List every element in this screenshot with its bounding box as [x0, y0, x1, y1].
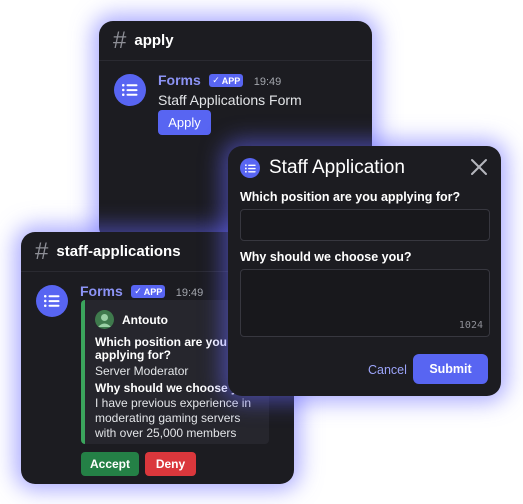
message-header: Forms ✓ APP 19:49: [80, 283, 203, 301]
bot-avatar[interactable]: [114, 74, 146, 106]
embed-answer-2-line-2: moderating gaming servers: [95, 411, 241, 425]
message-text: Staff Applications Form: [158, 92, 302, 108]
deny-button[interactable]: Deny: [145, 452, 196, 476]
bot-avatar[interactable]: [36, 285, 68, 317]
embed-author: Antouto: [122, 313, 168, 327]
hash-icon: #: [35, 237, 49, 265]
message-header: Forms ✓ APP 19:49: [158, 72, 281, 90]
user-avatar-icon: [95, 310, 114, 329]
embed-answer-2-line-3: with over 25,000 members: [95, 426, 237, 440]
position-input[interactable]: [240, 209, 490, 241]
modal-title: Staff Application: [269, 157, 405, 178]
embed-question-1-line-2: applying for?: [95, 348, 171, 362]
submit-button[interactable]: Submit: [413, 354, 488, 384]
accept-button[interactable]: Accept: [81, 452, 139, 476]
apply-button[interactable]: Apply: [158, 110, 211, 135]
cancel-button[interactable]: Cancel: [368, 363, 407, 377]
check-icon: ✓: [134, 286, 142, 296]
check-icon: ✓: [212, 75, 220, 85]
staff-application-modal: Staff Application Which position are you…: [228, 146, 501, 396]
timestamp: 19:49: [175, 287, 204, 299]
modal-bot-avatar: [240, 158, 260, 178]
embed-answer-1: Server Moderator: [95, 364, 189, 378]
user-avatar[interactable]: [95, 310, 114, 329]
list-icon: [44, 295, 60, 307]
app-badge-label: APP: [143, 286, 163, 297]
close-icon[interactable]: [470, 158, 488, 176]
bot-name[interactable]: Forms: [158, 72, 201, 88]
position-field-label: Which position are you applying for?: [240, 190, 461, 204]
list-icon: [122, 84, 138, 96]
embed-answer-2-line-1: I have previous experience in: [95, 396, 252, 410]
reason-field-label: Why should we choose you?: [240, 250, 412, 264]
channel-header: # apply: [99, 21, 372, 61]
hash-icon: #: [113, 26, 127, 54]
app-badge: ✓ APP: [131, 285, 166, 298]
reason-textarea[interactable]: 1024: [240, 269, 490, 337]
channel-name: apply: [134, 32, 174, 49]
character-counter: 1024: [458, 320, 483, 331]
stage: # apply Forms ✓ APP 19:49 Staff Applicat…: [0, 0, 523, 504]
embed-question-1-line-1: Which position are you: [95, 335, 228, 349]
list-icon: [244, 163, 256, 173]
channel-name: staff-applications: [56, 243, 181, 260]
timestamp: 19:49: [253, 76, 282, 88]
bot-name[interactable]: Forms: [80, 283, 123, 299]
app-badge: ✓ APP: [209, 74, 244, 87]
app-badge-label: APP: [221, 75, 241, 86]
